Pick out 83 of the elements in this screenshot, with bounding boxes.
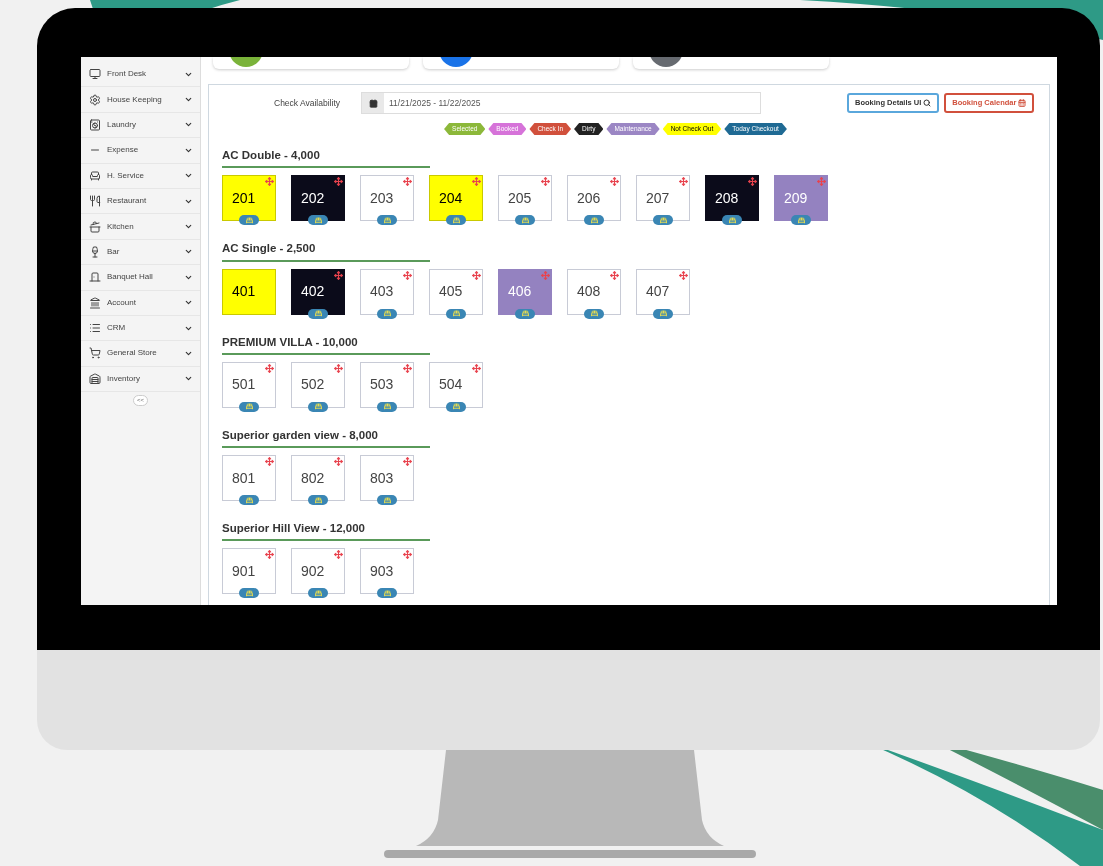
room-tile[interactable]: 208 bbox=[705, 175, 759, 222]
move-icon[interactable] bbox=[472, 363, 481, 373]
move-icon[interactable] bbox=[403, 457, 412, 466]
field-label: Check Availability bbox=[274, 96, 341, 110]
move-icon[interactable] bbox=[265, 550, 274, 560]
room-tile[interactable]: 803 bbox=[360, 455, 414, 501]
room-tile[interactable]: 902 bbox=[291, 548, 345, 595]
move-icon[interactable] bbox=[334, 363, 343, 373]
move-icon[interactable] bbox=[403, 363, 412, 373]
category-title: Superior garden view - 8,000 bbox=[222, 426, 430, 448]
room-tile[interactable]: 401 bbox=[222, 268, 276, 315]
sidebar-item[interactable]: Expense bbox=[81, 138, 200, 164]
move-icon[interactable] bbox=[265, 363, 274, 373]
bed-badge[interactable] bbox=[308, 215, 328, 226]
armchair-icon bbox=[89, 169, 101, 182]
room-tile[interactable]: 205 bbox=[498, 175, 552, 222]
sidebar-item[interactable]: General Store bbox=[81, 341, 200, 367]
sidebar-item[interactable]: House Keeping bbox=[81, 87, 200, 113]
room-tile[interactable]: 502 bbox=[291, 361, 345, 408]
move-icon[interactable] bbox=[334, 177, 343, 187]
category-title: AC Single - 2,500 bbox=[222, 240, 430, 262]
utensils-icon bbox=[89, 195, 101, 208]
room-tile[interactable]: 408 bbox=[567, 268, 621, 315]
sidebar-item[interactable]: CRM bbox=[81, 315, 200, 342]
room-tile[interactable]: 901 bbox=[222, 548, 276, 595]
search-icon bbox=[923, 99, 932, 107]
move-icon[interactable] bbox=[334, 270, 343, 280]
move-icon[interactable] bbox=[403, 177, 412, 187]
bank-icon bbox=[89, 296, 101, 309]
category-title: PREMIUM VILLA - 10,000 bbox=[222, 333, 430, 355]
move-icon[interactable] bbox=[265, 457, 274, 466]
bed-badge[interactable] bbox=[722, 215, 742, 226]
room-tile[interactable]: 802 bbox=[291, 455, 345, 501]
move-icon[interactable] bbox=[541, 177, 550, 187]
room-tile[interactable]: 504 bbox=[429, 361, 483, 408]
sidebar-item[interactable]: Front Desk bbox=[81, 62, 200, 88]
sidebar-item[interactable]: Banquet Hall bbox=[81, 265, 200, 291]
sidebar-item[interactable]: Inventory bbox=[81, 366, 200, 393]
move-icon[interactable] bbox=[403, 550, 412, 560]
sidebar-item[interactable]: Account bbox=[81, 290, 200, 316]
bed-badge[interactable] bbox=[308, 308, 328, 319]
category-title: Superior Hill View - 12,000 bbox=[222, 520, 430, 542]
cart-icon bbox=[89, 347, 101, 360]
room-tile[interactable]: 202 bbox=[291, 175, 345, 222]
room-tile[interactable]: 206 bbox=[567, 175, 621, 222]
category-title: AC Double - 4,000 bbox=[222, 147, 430, 169]
room-tile[interactable]: 201 bbox=[222, 175, 276, 222]
move-icon[interactable] bbox=[679, 270, 688, 280]
room-tile[interactable]: 903 bbox=[360, 548, 414, 595]
move-icon[interactable] bbox=[334, 550, 343, 560]
room-tile[interactable]: 503 bbox=[360, 361, 414, 408]
washing-machine-icon bbox=[89, 118, 101, 131]
move-icon[interactable] bbox=[334, 457, 343, 466]
room-tile[interactable]: 407 bbox=[636, 268, 690, 315]
sidebar-item[interactable]: H. Service bbox=[81, 163, 200, 189]
move-icon[interactable] bbox=[610, 270, 619, 280]
date-range-field[interactable]: 11/21/2025 - 11/22/2025 bbox=[361, 92, 761, 114]
room-tile[interactable]: 207 bbox=[636, 175, 690, 222]
room-tile[interactable]: 801 bbox=[222, 455, 276, 501]
sidebar-item[interactable]: Kitchen bbox=[81, 214, 200, 240]
warehouse-icon bbox=[89, 372, 101, 385]
pot-icon bbox=[89, 220, 101, 233]
chevron-down-icon bbox=[184, 349, 193, 358]
move-icon[interactable] bbox=[265, 177, 274, 187]
room-tile[interactable]: 204 bbox=[429, 175, 483, 222]
room-tile[interactable]: 203 bbox=[360, 175, 414, 222]
move-icon[interactable] bbox=[679, 177, 688, 187]
door-icon bbox=[89, 271, 101, 284]
room-tile[interactable]: 402 bbox=[291, 268, 345, 315]
room-tile[interactable]: 403 bbox=[360, 268, 414, 315]
gear-icon bbox=[89, 93, 101, 106]
monitor-icon bbox=[89, 68, 101, 81]
list-icon bbox=[89, 322, 101, 335]
sidebar-item[interactable]: Laundry bbox=[81, 112, 200, 139]
move-icon[interactable] bbox=[610, 177, 619, 187]
move-icon[interactable] bbox=[403, 270, 412, 280]
move-icon[interactable] bbox=[472, 177, 481, 187]
move-icon[interactable] bbox=[748, 177, 757, 187]
room-tile[interactable]: 405 bbox=[429, 268, 483, 315]
move-icon[interactable] bbox=[472, 270, 481, 280]
sidebar-item[interactable]: Restaurant bbox=[81, 188, 200, 215]
room-tile[interactable]: 501 bbox=[222, 361, 276, 408]
sidebar-item[interactable]: Bar bbox=[81, 239, 200, 266]
